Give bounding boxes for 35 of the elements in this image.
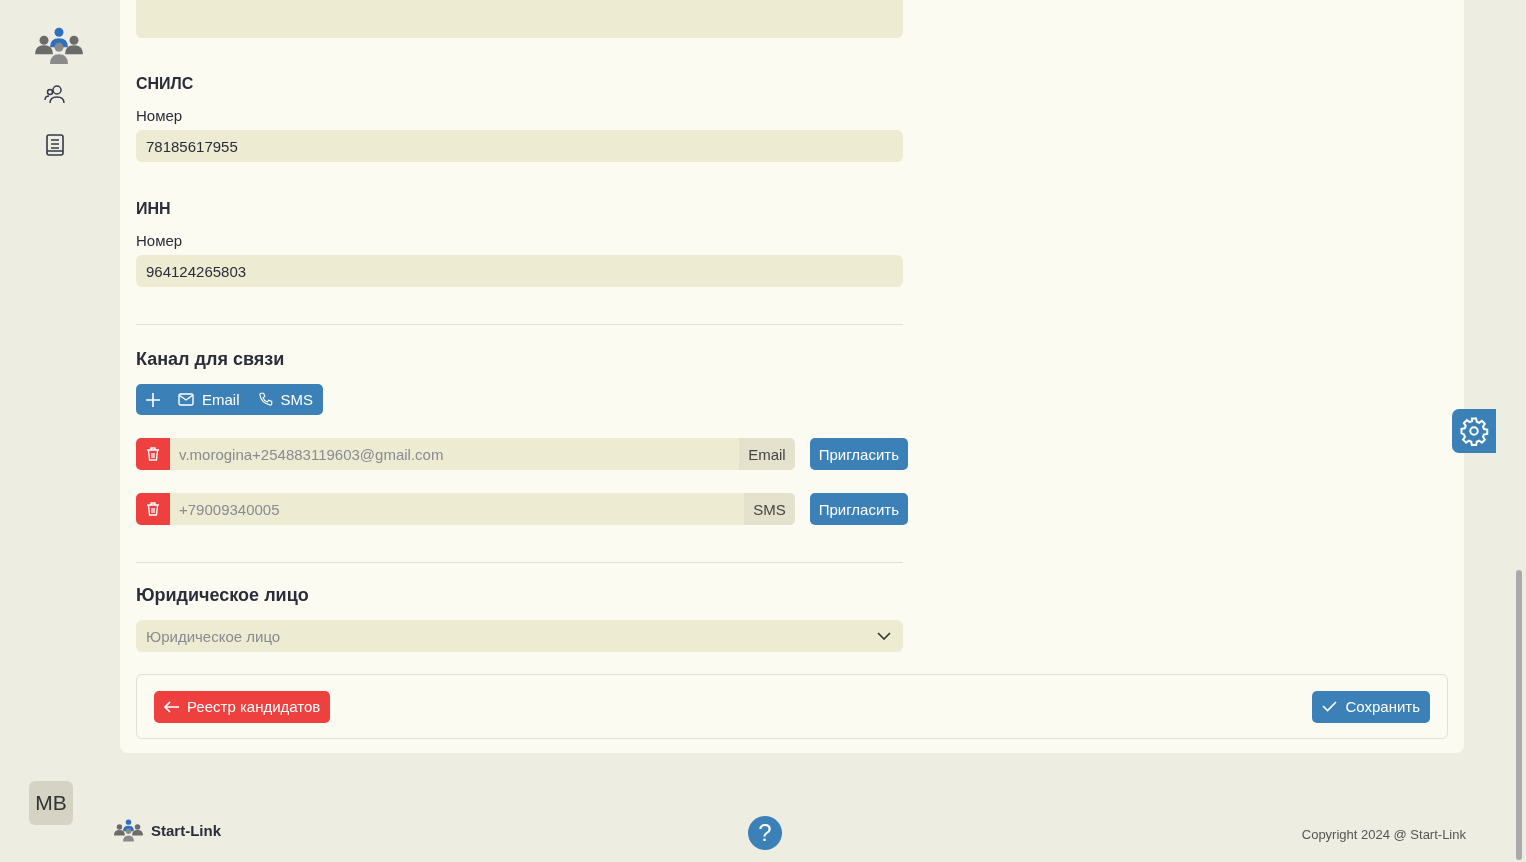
settings-icon bbox=[1459, 416, 1489, 446]
delete-button[interactable] bbox=[136, 493, 170, 525]
channel-label: SMS bbox=[744, 493, 795, 525]
field-label: Номер bbox=[136, 107, 184, 124]
channel-label: Email bbox=[739, 438, 795, 470]
arrow-left-icon bbox=[164, 700, 179, 713]
add-channel-button[interactable]: SMS bbox=[257, 391, 314, 408]
field-label: Номер bbox=[136, 232, 184, 249]
section-title: ИНН bbox=[136, 200, 172, 219]
delete-button[interactable] bbox=[136, 438, 170, 470]
plus-icon bbox=[146, 392, 160, 407]
phone-icon bbox=[257, 392, 273, 407]
number-field[interactable]: 78185617955 bbox=[136, 130, 903, 162]
back-button[interactable]: Реестр кандидатов bbox=[154, 690, 331, 723]
help-button[interactable]: ? bbox=[748, 816, 782, 850]
brand-logo-icon bbox=[114, 819, 143, 842]
envelope-icon bbox=[178, 393, 194, 406]
section-title: СНИЛС bbox=[136, 75, 195, 94]
trash-icon bbox=[147, 447, 159, 461]
chevron-down-icon bbox=[877, 632, 891, 640]
section-title: Юридическое лицо bbox=[136, 585, 310, 606]
people-icon[interactable] bbox=[44, 84, 66, 105]
book-icon[interactable] bbox=[45, 134, 65, 157]
settings-button[interactable] bbox=[1452, 409, 1496, 453]
user-avatar[interactable]: MB bbox=[29, 781, 73, 825]
section-title: Канал для связи bbox=[136, 349, 286, 370]
save-button[interactable]: Сохранить bbox=[1312, 690, 1430, 723]
legal-entity-dropdown[interactable]: Юридическое лицо bbox=[136, 620, 903, 652]
brand-name: Start-Link bbox=[151, 822, 221, 840]
trash-icon bbox=[147, 502, 159, 516]
number-field[interactable]: 964124265803 bbox=[136, 255, 903, 287]
logo-icon bbox=[35, 27, 83, 65]
copyright-text: Copyright 2024 @ Start-Link bbox=[1301, 827, 1466, 842]
add-channel-button[interactable]: Email bbox=[178, 391, 240, 408]
check-icon bbox=[1322, 701, 1338, 712]
